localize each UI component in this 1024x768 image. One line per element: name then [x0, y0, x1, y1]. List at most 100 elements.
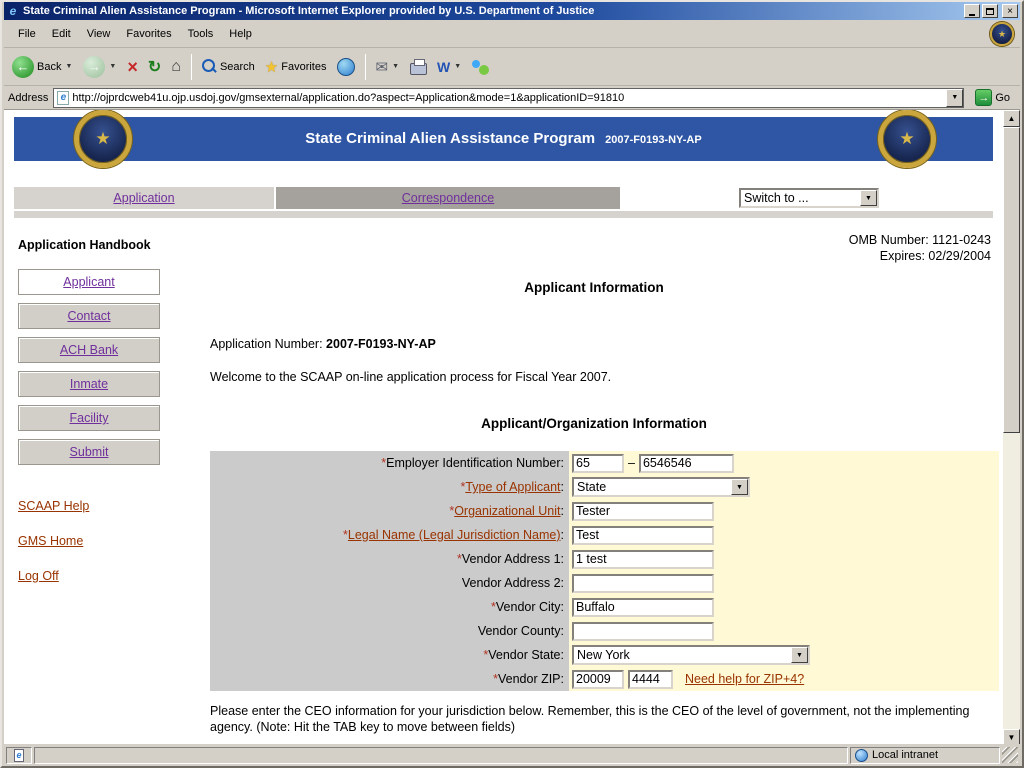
sidebar-button-applicant[interactable]: Applicant: [18, 269, 160, 295]
messenger-button[interactable]: [468, 52, 493, 82]
intranet-zone-icon: [855, 749, 868, 762]
mail-dropdown-chevron[interactable]: ▼: [391, 63, 400, 70]
ein-separator: –: [628, 456, 635, 470]
menubar: File Edit View Favorites Tools Help ★: [4, 20, 1020, 48]
vendor-zip-input[interactable]: [572, 670, 624, 689]
go-button[interactable]: → Go: [969, 88, 1016, 108]
minimize-button[interactable]: [964, 4, 980, 18]
vendor-zip4-input[interactable]: [628, 670, 673, 689]
switch-to-value: Switch to ...: [744, 191, 860, 205]
switch-to-select[interactable]: Switch to ... ▼: [739, 188, 879, 208]
menu-view[interactable]: View: [79, 25, 119, 43]
stop-icon: ×: [127, 58, 138, 76]
close-button[interactable]: ×: [1002, 4, 1018, 18]
tab-correspondence[interactable]: Correspondence: [276, 187, 620, 209]
search-button[interactable]: Search: [198, 52, 259, 82]
vendor-county-input[interactable]: [572, 622, 714, 641]
sidebar-button-submit[interactable]: Submit: [18, 439, 160, 465]
vendor-state-select[interactable]: New York ▼: [572, 645, 810, 665]
back-label: Back: [37, 61, 61, 73]
vertical-scrollbar[interactable]: ▲ ▼: [1003, 110, 1020, 746]
scroll-up-icon: ▲: [1008, 114, 1016, 123]
scaap-help-link[interactable]: SCAAP Help: [18, 499, 89, 513]
vendor-address-1-input[interactable]: [572, 550, 714, 569]
type-of-applicant-help-link[interactable]: Type of Applicant: [465, 480, 560, 494]
vendor-address-2-input[interactable]: [572, 574, 714, 593]
form-row-vendor-address-2: Vendor Address 2:: [210, 571, 999, 595]
address-input[interactable]: e http://ojprdcweb41u.ojp.usdoj.gov/gmse…: [53, 88, 964, 108]
form-row-vendor-state: * Vendor State: New York ▼: [210, 643, 999, 667]
forward-button[interactable]: → ▼: [79, 52, 121, 82]
toolbar-separator: [191, 54, 192, 80]
form-row-vendor-county: Vendor County:: [210, 619, 999, 643]
vendor-city-input[interactable]: [572, 598, 714, 617]
vendor-zip-label: * Vendor ZIP:: [210, 667, 569, 691]
form-row-legal-name: *Legal Name (Legal Jurisdiction Name):: [210, 523, 999, 547]
maximize-button[interactable]: [982, 4, 998, 18]
address-dropdown-button[interactable]: ▼: [946, 89, 963, 107]
print-icon: [410, 63, 427, 75]
refresh-icon: ↻: [148, 57, 161, 77]
ein-prefix-input[interactable]: [572, 454, 624, 473]
menu-favorites[interactable]: Favorites: [118, 25, 179, 43]
titlebar: e State Criminal Alien Assistance Progra…: [4, 2, 1020, 20]
legal-name-input[interactable]: [572, 526, 714, 545]
organizational-unit-help-link[interactable]: Organizational Unit: [454, 504, 560, 518]
scroll-up-button[interactable]: ▲: [1003, 110, 1020, 127]
edit-dropdown-chevron[interactable]: ▼: [453, 63, 462, 70]
favorites-button[interactable]: ★ Favorites: [261, 52, 331, 82]
tab-correspondence-link[interactable]: Correspondence: [402, 191, 494, 205]
security-zone-pane: Local intranet: [850, 747, 1000, 764]
menu-help[interactable]: Help: [221, 25, 260, 43]
go-icon: →: [975, 89, 992, 106]
form-row-ein: * Employer Identification Number: –: [210, 451, 999, 475]
mail-button[interactable]: ✉ ▼: [372, 52, 405, 82]
home-button[interactable]: ⌂: [167, 52, 185, 82]
status-message-pane: [34, 747, 848, 764]
sidebar-button-contact[interactable]: Contact: [18, 303, 160, 329]
log-off-link[interactable]: Log Off: [18, 569, 59, 583]
tab-application[interactable]: Application: [14, 187, 274, 209]
zip-help-link[interactable]: Need help for ZIP+4?: [685, 672, 804, 686]
legal-name-label: *Legal Name (Legal Jurisdiction Name):: [210, 523, 569, 547]
ie-icon: e: [6, 4, 20, 18]
search-icon: [202, 59, 217, 74]
window-title: State Criminal Alien Assistance Program …: [23, 5, 962, 17]
scrollbar-thumb[interactable]: [1003, 127, 1020, 433]
favorites-star-icon: ★: [265, 58, 278, 76]
back-button[interactable]: ← Back ▼: [8, 52, 77, 82]
edit-with-word-button[interactable]: W ▼: [433, 52, 466, 82]
welcome-text: Welcome to the SCAAP on-line application…: [210, 370, 611, 384]
tab-application-link[interactable]: Application: [113, 191, 174, 205]
media-button[interactable]: [333, 52, 359, 82]
form-row-type-of-applicant: *Type of Applicant: State ▼: [210, 475, 999, 499]
organizational-unit-input[interactable]: [572, 502, 714, 521]
omb-number: OMB Number: 1121-0243: [849, 232, 991, 248]
applicant-form: * Employer Identification Number: – *Typ…: [210, 451, 999, 691]
security-zone-label: Local intranet: [872, 749, 938, 761]
document-icon: e: [14, 749, 24, 762]
stop-button[interactable]: ×: [123, 52, 142, 82]
toolbar: ← Back ▼ → ▼ × ↻ ⌂ Search ★ Favorites: [4, 48, 1020, 86]
menu-edit[interactable]: Edit: [44, 25, 79, 43]
gms-home-link[interactable]: GMS Home: [18, 534, 83, 548]
ein-suffix-input[interactable]: [639, 454, 734, 473]
page-icon: e: [57, 91, 69, 105]
refresh-button[interactable]: ↻: [144, 52, 165, 82]
print-button[interactable]: [406, 52, 431, 82]
address-bar: Address e http://ojprdcweb41u.ojp.usdoj.…: [4, 86, 1020, 110]
menu-tools[interactable]: Tools: [180, 25, 222, 43]
sidebar-button-facility[interactable]: Facility: [18, 405, 160, 431]
type-of-applicant-select[interactable]: State ▼: [572, 477, 750, 497]
resize-grip[interactable]: [1002, 747, 1018, 763]
sidebar-button-ach-bank[interactable]: ACH Bank: [18, 337, 160, 363]
status-icon-pane: e: [6, 747, 32, 764]
sidebar-button-inmate[interactable]: Inmate: [18, 371, 160, 397]
legal-name-help-link[interactable]: Legal Name (Legal Jurisdiction Name): [348, 528, 561, 542]
forward-dropdown-chevron[interactable]: ▼: [108, 63, 117, 70]
ceo-instructions: Please enter the CEO information for you…: [210, 703, 996, 735]
browser-window: e State Criminal Alien Assistance Progra…: [0, 0, 1024, 768]
chevron-down-icon: ▼: [791, 647, 808, 663]
back-dropdown-chevron[interactable]: ▼: [64, 63, 73, 70]
menu-file[interactable]: File: [10, 25, 44, 43]
